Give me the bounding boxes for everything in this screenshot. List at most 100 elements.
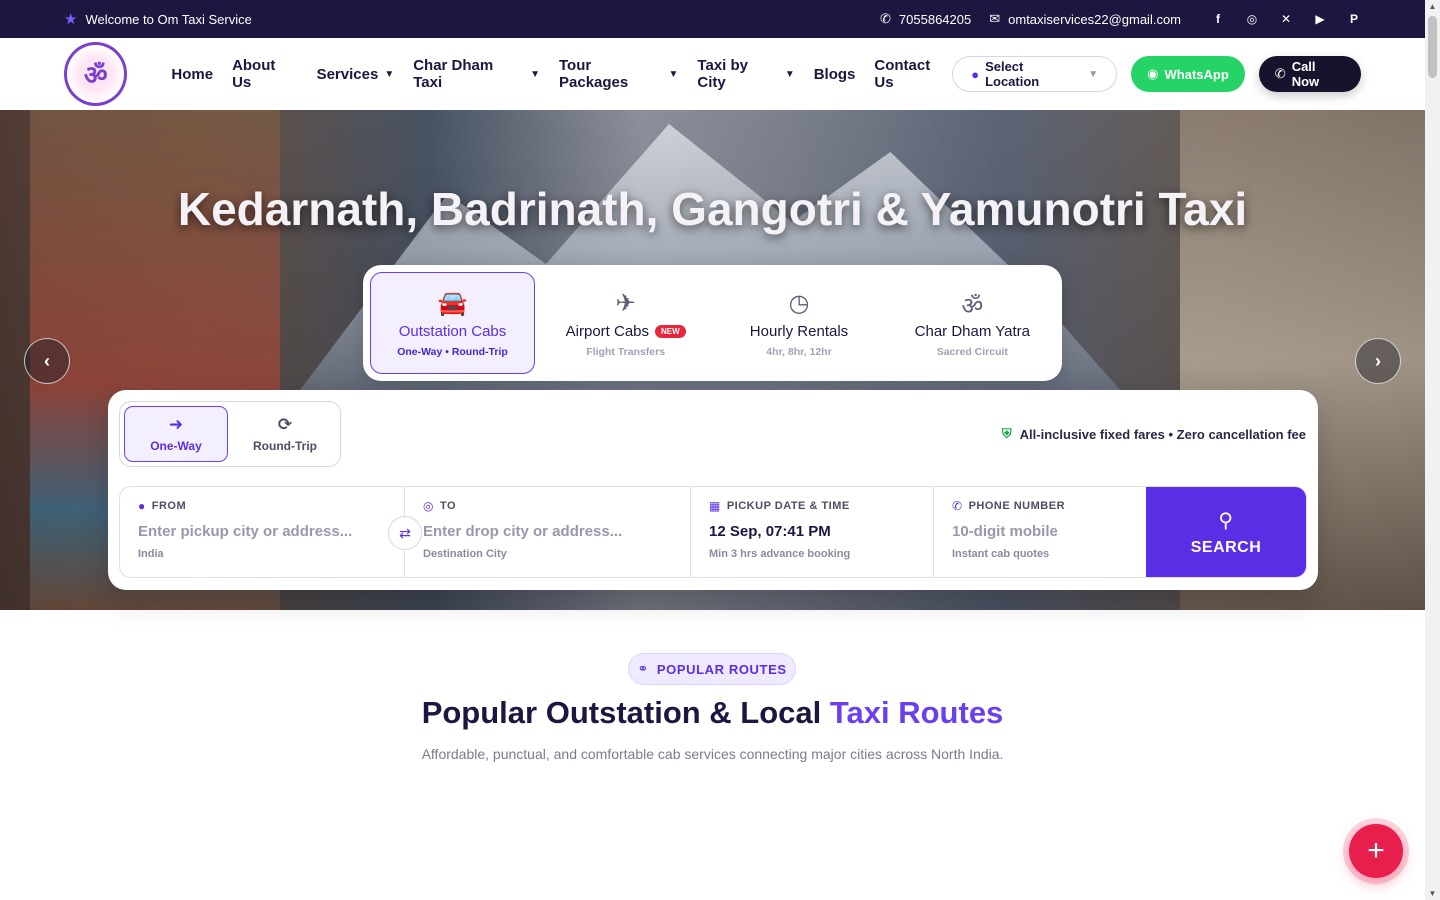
social-links: f ◎ ✕ ▶ P <box>1211 12 1361 26</box>
new-badge: NEW <box>655 324 686 338</box>
whatsapp-icon: ◉ <box>1147 66 1159 81</box>
booking-fields: ● FROM Enter pickup city or address... In… <box>119 486 1307 578</box>
from-field[interactable]: ● FROM Enter pickup city or address... In… <box>120 487 422 577</box>
tab-char-dham-yatra[interactable]: ॐ Char Dham Yatra Sacred Circuit <box>890 272 1055 374</box>
chevron-down-icon: ▼ <box>384 68 395 80</box>
pickup-date-field[interactable]: ▦ PICKUP DATE & TIME 12 Sep, 07:41 PM Min… <box>691 487 934 577</box>
nav-item-char-dham-taxi[interactable]: Char Dham Taxi ▼ <box>413 57 540 91</box>
search-button[interactable]: ⚲ SEARCH <box>1146 487 1306 577</box>
one-way-option[interactable]: ➜ One-Way <box>124 406 228 462</box>
email-link[interactable]: ✉ omtaxiservices22@gmail.com <box>989 11 1181 27</box>
phone-icon: ✆ <box>1274 66 1286 81</box>
nav-menu: Home About Us Services ▼ Char Dham Taxi ▼ … <box>171 57 952 91</box>
section-pill: ⚭ POPULAR ROUTES <box>628 653 796 685</box>
from-input[interactable]: Enter pickup city or address... <box>138 523 386 540</box>
field-label: PICKUP DATE & TIME <box>726 500 850 512</box>
instagram-icon[interactable]: ◎ <box>1245 12 1259 26</box>
phone-icon: ✆ <box>880 11 891 26</box>
round-trip-option[interactable]: ⟳ Round-Trip <box>234 406 336 462</box>
tab-outstation-cabs[interactable]: 🚘 Outstation Cabs One-Way • Round-Trip <box>370 272 535 374</box>
scroll-down-icon[interactable]: ▼ <box>1428 889 1437 898</box>
trip-label: One-Way <box>150 439 202 453</box>
pill-label: POPULAR ROUTES <box>656 661 787 677</box>
tab-sublabel: One-Way • Round-Trip <box>397 345 508 358</box>
tab-label: Hourly Rentals <box>749 322 849 340</box>
shield-icon: ⛨ <box>1001 426 1012 441</box>
nav-item-about-us[interactable]: About Us <box>232 57 298 91</box>
tab-label: Char Dham Yatra <box>914 322 1030 340</box>
welcome-text: Welcome to Om Taxi Service <box>85 11 252 27</box>
refresh-icon: ⟳ <box>277 415 293 434</box>
fares-text: All-inclusive fixed fares • Zero cancell… <box>1019 426 1306 442</box>
nav-label: Taxi by City <box>697 57 748 91</box>
to-field[interactable]: ◎ TO Enter drop city or address... Destin… <box>405 487 691 577</box>
title-main: Popular Outstation & Local <box>421 695 830 730</box>
carousel-prev-button[interactable]: ‹ <box>24 338 70 384</box>
field-label: TO <box>439 500 457 512</box>
star-icon: ★ <box>64 11 78 28</box>
car-icon: 🚘 <box>437 289 468 317</box>
section-title: Popular Outstation & Local Taxi Routes <box>0 695 1425 731</box>
fares-note: ⛨ All-inclusive fixed fares • Zero cance… <box>1002 426 1306 442</box>
tab-airport-cabs[interactable]: ✈ Airport Cabs NEW Flight Transfers <box>543 272 708 374</box>
phone-icon: ✆ <box>952 499 963 513</box>
field-label: PHONE NUMBER <box>968 500 1066 512</box>
swap-locations-button[interactable]: ⇄ <box>388 516 422 550</box>
to-input[interactable]: Enter drop city or address... <box>423 523 672 540</box>
whatsapp-button[interactable]: ◉ WhatsApp <box>1131 56 1245 92</box>
section-subtitle: Affordable, punctual, and comfortable ca… <box>421 746 1004 762</box>
nav-item-tour-packages[interactable]: Tour Packages ▼ <box>559 57 678 91</box>
chevron-down-icon: ▼ <box>784 68 795 80</box>
booking-form: ➜ One-Way ⟳ Round-Trip ⛨ All-inclusive f… <box>108 390 1318 590</box>
field-note: Destination City <box>423 548 507 560</box>
search-label: SEARCH <box>1190 538 1262 556</box>
main-nav: ॐ Home About Us Services ▼ Char Dham Taxi… <box>0 38 1425 110</box>
pickup-date-input[interactable]: 12 Sep, 07:41 PM <box>709 523 915 540</box>
nav-item-contact-us[interactable]: Contact Us <box>874 57 952 91</box>
scrollbar-thumb[interactable] <box>1428 16 1437 78</box>
email-address: omtaxiservices22@gmail.com <box>1008 11 1181 27</box>
nav-item-services[interactable]: Services ▼ <box>317 57 395 91</box>
youtube-icon[interactable]: ▶ <box>1313 12 1327 26</box>
phone-input[interactable]: 10-digit mobile <box>952 523 1128 540</box>
select-location-button[interactable]: ● Select Location ▼ <box>952 56 1118 92</box>
tab-hourly-rentals[interactable]: ◷ Hourly Rentals 4hr, 8hr, 12hr <box>716 272 881 374</box>
welcome-message: ★ Welcome to Om Taxi Service <box>64 10 252 28</box>
nav-label: Char Dham Taxi <box>413 57 494 91</box>
chevron-right-icon: › <box>1375 350 1381 371</box>
chevron-down-icon: ▼ <box>668 68 679 80</box>
floating-plus-button[interactable]: + <box>1349 824 1403 878</box>
nav-label: About Us <box>232 57 276 91</box>
x-icon[interactable]: ✕ <box>1279 12 1293 26</box>
chevron-down-icon: ▼ <box>530 68 540 80</box>
target-icon: ◎ <box>423 499 434 513</box>
route-icon: ⚭ <box>637 661 649 676</box>
chevron-left-icon: ‹ <box>44 350 50 371</box>
carousel-next-button[interactable]: › <box>1355 338 1401 384</box>
map-pin-icon: ● <box>138 499 146 513</box>
nav-item-home[interactable]: Home <box>171 57 213 91</box>
hero-title: Kedarnath, Badrinath, Gangotri & Yamunot… <box>177 183 1248 235</box>
facebook-icon[interactable]: f <box>1211 12 1225 26</box>
phone-link[interactable]: ✆ 7055864205 <box>880 11 971 27</box>
page-scrollbar[interactable]: ▲ ▼ <box>1425 0 1440 900</box>
clock-icon: ◷ <box>788 289 810 317</box>
calendar-icon: ▦ <box>709 499 721 513</box>
pinterest-icon[interactable]: P <box>1347 12 1361 26</box>
nav-label: Tour Packages <box>559 57 629 91</box>
field-note: India <box>138 548 164 560</box>
nav-item-blogs[interactable]: Blogs <box>814 57 856 91</box>
swap-icon: ⇄ <box>399 524 411 541</box>
call-now-button[interactable]: ✆ Call Now <box>1258 56 1361 92</box>
top-bar: ★ Welcome to Om Taxi Service ✆ 705586420… <box>0 0 1425 38</box>
search-icon: ⚲ <box>1218 509 1234 532</box>
call-now-label: Call Now <box>1291 59 1320 89</box>
om-taxi-logo[interactable]: ॐ <box>64 42 128 106</box>
tab-sublabel: Sacred Circuit <box>936 345 1008 358</box>
scroll-up-icon[interactable]: ▲ <box>1428 2 1437 11</box>
nav-item-taxi-by-city[interactable]: Taxi by City ▼ <box>697 57 794 91</box>
nav-label: Blogs <box>813 65 856 83</box>
select-location-label: Select Location <box>985 59 1040 89</box>
phone-field[interactable]: ✆ PHONE NUMBER 10-digit mobile Instant ca… <box>934 487 1146 577</box>
nav-label: Services <box>316 65 379 83</box>
